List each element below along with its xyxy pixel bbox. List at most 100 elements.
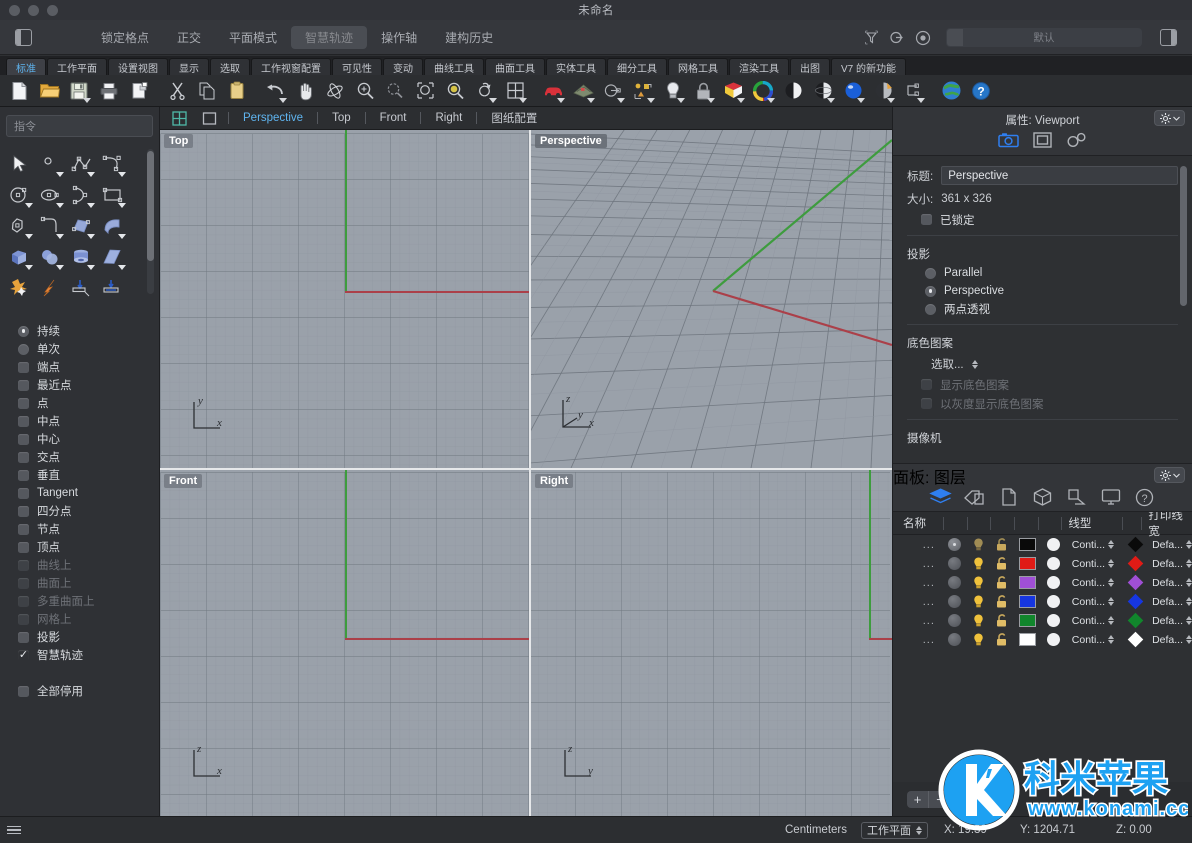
- chevron-down-icon[interactable]: [56, 265, 64, 270]
- radio-icon[interactable]: [18, 325, 29, 337]
- new-file-icon[interactable]: [4, 76, 34, 106]
- checkbox-icon[interactable]: [18, 361, 29, 373]
- layer-color-swatch[interactable]: [1019, 633, 1037, 646]
- osnap-end[interactable]: 端点: [0, 358, 159, 376]
- layer-lock-icon[interactable]: [991, 573, 1015, 592]
- checkbox-icon[interactable]: [18, 451, 29, 463]
- table-row[interactable]: ... Conti... Defa...: [893, 611, 1192, 630]
- boolean-tool-icon[interactable]: [4, 272, 35, 303]
- lock-icon[interactable]: [688, 76, 718, 106]
- layer-lock-icon[interactable]: [991, 611, 1015, 630]
- osnap-tangent[interactable]: Tangent: [0, 484, 159, 502]
- layer-current-icon[interactable]: [948, 595, 962, 608]
- osnap-intersection[interactable]: 交点: [0, 448, 159, 466]
- toolbar-tab-curve-tools[interactable]: 曲线工具: [424, 58, 484, 75]
- point-tool-icon[interactable]: [35, 148, 66, 179]
- osnap-persistent[interactable]: 持续: [0, 322, 159, 340]
- properties-options-button[interactable]: [1154, 110, 1185, 126]
- paste-clipboard-icon[interactable]: [222, 76, 252, 106]
- chevron-down-icon[interactable]: [279, 97, 287, 103]
- checkbox-icon[interactable]: [18, 685, 29, 697]
- chevron-down-icon[interactable]: [56, 172, 64, 177]
- osnap-near[interactable]: 最近点: [0, 376, 159, 394]
- palette-scrollbar[interactable]: [147, 149, 154, 294]
- option-lock-grid[interactable]: 锁定格点: [87, 26, 163, 49]
- layer-color-swatch[interactable]: [1019, 576, 1037, 589]
- table-row[interactable]: ... Conti... Defa...: [893, 554, 1192, 573]
- chevron-down-icon[interactable]: [87, 234, 95, 239]
- checkbox-icon[interactable]: [18, 487, 29, 499]
- toolbar-tab-set-view[interactable]: 设置视图: [108, 58, 168, 75]
- toggle-right-sidebar-button[interactable]: [1160, 29, 1177, 46]
- osnap-smart-track[interactable]: 智慧轨迹: [0, 646, 159, 664]
- option-ortho[interactable]: 正交: [163, 26, 215, 49]
- chevron-down-icon[interactable]: [56, 203, 64, 208]
- layer-print-color-swatch[interactable]: [1127, 574, 1144, 591]
- zoom-dynamic-icon[interactable]: [470, 76, 500, 106]
- toolbar-tab-viewport-layout[interactable]: 工作视窗配置: [251, 58, 331, 75]
- target-icon[interactable]: [910, 26, 936, 50]
- chevron-down-icon[interactable]: [25, 203, 33, 208]
- materials-icon[interactable]: [963, 486, 987, 508]
- chevron-updown-icon[interactable]: [1186, 559, 1192, 568]
- osnap-project[interactable]: 投影: [0, 628, 159, 646]
- projection-two-point-option[interactable]: 两点透视: [893, 300, 1192, 318]
- layer-print-color-swatch[interactable]: [1127, 631, 1144, 648]
- layer-current-icon[interactable]: [948, 557, 962, 570]
- osnap-mid[interactable]: 中点: [0, 412, 159, 430]
- named-cplanes-icon[interactable]: [1065, 486, 1089, 508]
- projection-parallel-option[interactable]: Parallel: [893, 264, 1192, 282]
- layer-state-icon[interactable]: [884, 26, 910, 50]
- chevron-updown-icon[interactable]: [1186, 635, 1192, 644]
- layer-visibility-icon[interactable]: [967, 592, 991, 611]
- checkbox-icon[interactable]: [18, 631, 29, 643]
- chevron-down-icon[interactable]: [647, 97, 655, 103]
- layers-icon[interactable]: [929, 486, 953, 508]
- toolbar-tab-surface-tools[interactable]: 曲面工具: [485, 58, 545, 75]
- viewport-front[interactable]: Front zx: [160, 470, 529, 816]
- layer-column-linetype[interactable]: 线型: [1062, 512, 1121, 534]
- toolbar-tab-render-tools[interactable]: 渲染工具: [729, 58, 789, 75]
- print-icon[interactable]: [94, 76, 124, 106]
- circle-tool-icon[interactable]: [4, 179, 35, 210]
- radio-icon[interactable]: [925, 303, 936, 315]
- toolbar-tab-select[interactable]: 选取: [210, 58, 250, 75]
- chevron-updown-icon[interactable]: [1186, 616, 1192, 625]
- ghosted-sphere-icon[interactable]: [808, 76, 838, 106]
- chevron-updown-icon[interactable]: [1108, 597, 1115, 606]
- layer-color-swatch[interactable]: [1019, 557, 1037, 570]
- toolbar-tab-mesh-tools[interactable]: 网格工具: [668, 58, 728, 75]
- radio-icon[interactable]: [925, 267, 936, 279]
- menu-hamburger-icon[interactable]: [7, 825, 21, 835]
- fillet-tool-icon[interactable]: [35, 210, 66, 241]
- layer-print-color-swatch[interactable]: [1127, 536, 1144, 553]
- viewport-tab-front[interactable]: Front: [374, 112, 413, 124]
- command-input[interactable]: 指令: [6, 115, 153, 137]
- chevron-down-icon[interactable]: [587, 97, 595, 103]
- filter-icon[interactable]: [858, 26, 884, 50]
- checkbox-checked-icon[interactable]: [18, 650, 29, 661]
- viewport-frame-icon[interactable]: [1031, 129, 1055, 151]
- layer-visibility-icon[interactable]: [967, 630, 991, 649]
- chevron-down-icon[interactable]: [118, 172, 126, 177]
- layer-column-name[interactable]: 名称: [893, 512, 943, 534]
- camera-icon[interactable]: [997, 129, 1021, 151]
- extrude-curve-icon[interactable]: [66, 272, 97, 303]
- curve-tool-icon[interactable]: [97, 148, 128, 179]
- layer-current-icon[interactable]: [948, 614, 962, 627]
- chevron-down-icon[interactable]: [87, 172, 95, 177]
- table-row[interactable]: ... Conti... Defa...: [893, 573, 1192, 592]
- toolbar-tab-drafting[interactable]: 出图: [790, 58, 830, 75]
- chevron-down-icon[interactable]: [118, 234, 126, 239]
- earth-globe-icon[interactable]: [936, 76, 966, 106]
- chevron-updown-icon[interactable]: [971, 359, 978, 369]
- color-wheel-icon[interactable]: [748, 76, 778, 106]
- wallpaper-select-button[interactable]: 选取...: [893, 353, 1192, 375]
- layer-material-icon[interactable]: [1046, 576, 1060, 589]
- chevron-down-icon[interactable]: [87, 265, 95, 270]
- layer-material-icon[interactable]: [1046, 633, 1060, 646]
- palette-scrollbar-thumb[interactable]: [147, 151, 154, 261]
- projection-perspective-option[interactable]: Perspective: [893, 282, 1192, 300]
- layer-lock-icon[interactable]: [991, 630, 1015, 649]
- layer-lock-icon[interactable]: [991, 592, 1015, 611]
